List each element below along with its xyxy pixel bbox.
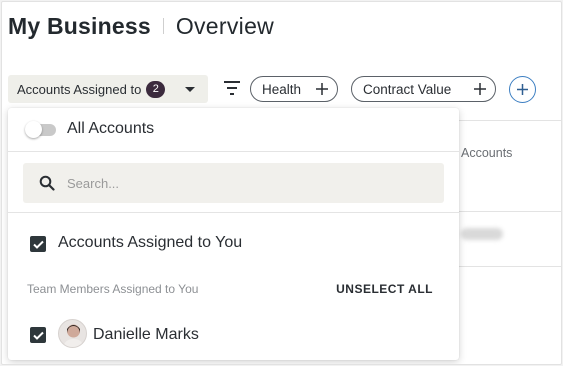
unselect-all-button[interactable]: UNSELECT ALL: [336, 282, 433, 296]
chevron-down-icon: [185, 87, 195, 92]
health-filter-pill[interactable]: Health: [250, 76, 338, 102]
accounts-assigned-label: Accounts Assigned to: [17, 81, 142, 97]
page-title-main: My Business: [8, 12, 151, 39]
team-members-section-label: Team Members Assigned to You: [27, 282, 199, 296]
plus-icon: [316, 83, 328, 95]
title-divider: [162, 18, 164, 34]
page-title-sub: Overview: [175, 12, 275, 39]
avatar: [58, 319, 87, 348]
search-field[interactable]: [23, 163, 444, 203]
page-title: My Business Overview: [8, 11, 274, 41]
table-divider: [457, 120, 561, 121]
dropdown-divider: [8, 212, 459, 213]
table-divider: [457, 211, 561, 212]
filter-icon[interactable]: [222, 80, 242, 96]
contract-value-filter-pill[interactable]: Contract Value: [351, 76, 496, 102]
checkmark-icon: [32, 240, 44, 249]
page-frame: My Business Overview Accounts Assigned t…: [1, 1, 562, 365]
dropdown-divider: [8, 151, 459, 152]
contract-value-pill-label: Contract Value: [363, 81, 452, 97]
accounts-assigned-filter[interactable]: Accounts Assigned to 2: [8, 75, 208, 103]
search-icon: [39, 175, 55, 191]
all-accounts-label: All Accounts: [67, 120, 155, 137]
plus-icon: [517, 84, 528, 95]
assigned-to-you-checkbox[interactable]: [30, 236, 46, 252]
team-member-checkbox[interactable]: [30, 327, 46, 343]
checkmark-icon: [32, 331, 44, 340]
column-header-partial: Accounts: [461, 146, 513, 160]
assigned-filter-dropdown: All Accounts Accounts Assigned to You Te…: [8, 108, 459, 360]
toggle-knob: [25, 121, 42, 138]
add-filter-button[interactable]: [509, 76, 536, 103]
all-accounts-toggle[interactable]: [25, 121, 56, 138]
table-divider: [457, 266, 561, 267]
blurred-value: [461, 228, 503, 240]
plus-icon: [474, 83, 486, 95]
team-member-name: Danielle Marks: [93, 326, 199, 343]
assigned-to-you-label: Accounts Assigned to You: [58, 234, 243, 251]
search-input[interactable]: [67, 163, 427, 203]
assigned-count-badge: 2: [146, 80, 166, 98]
health-pill-label: Health: [262, 81, 302, 97]
